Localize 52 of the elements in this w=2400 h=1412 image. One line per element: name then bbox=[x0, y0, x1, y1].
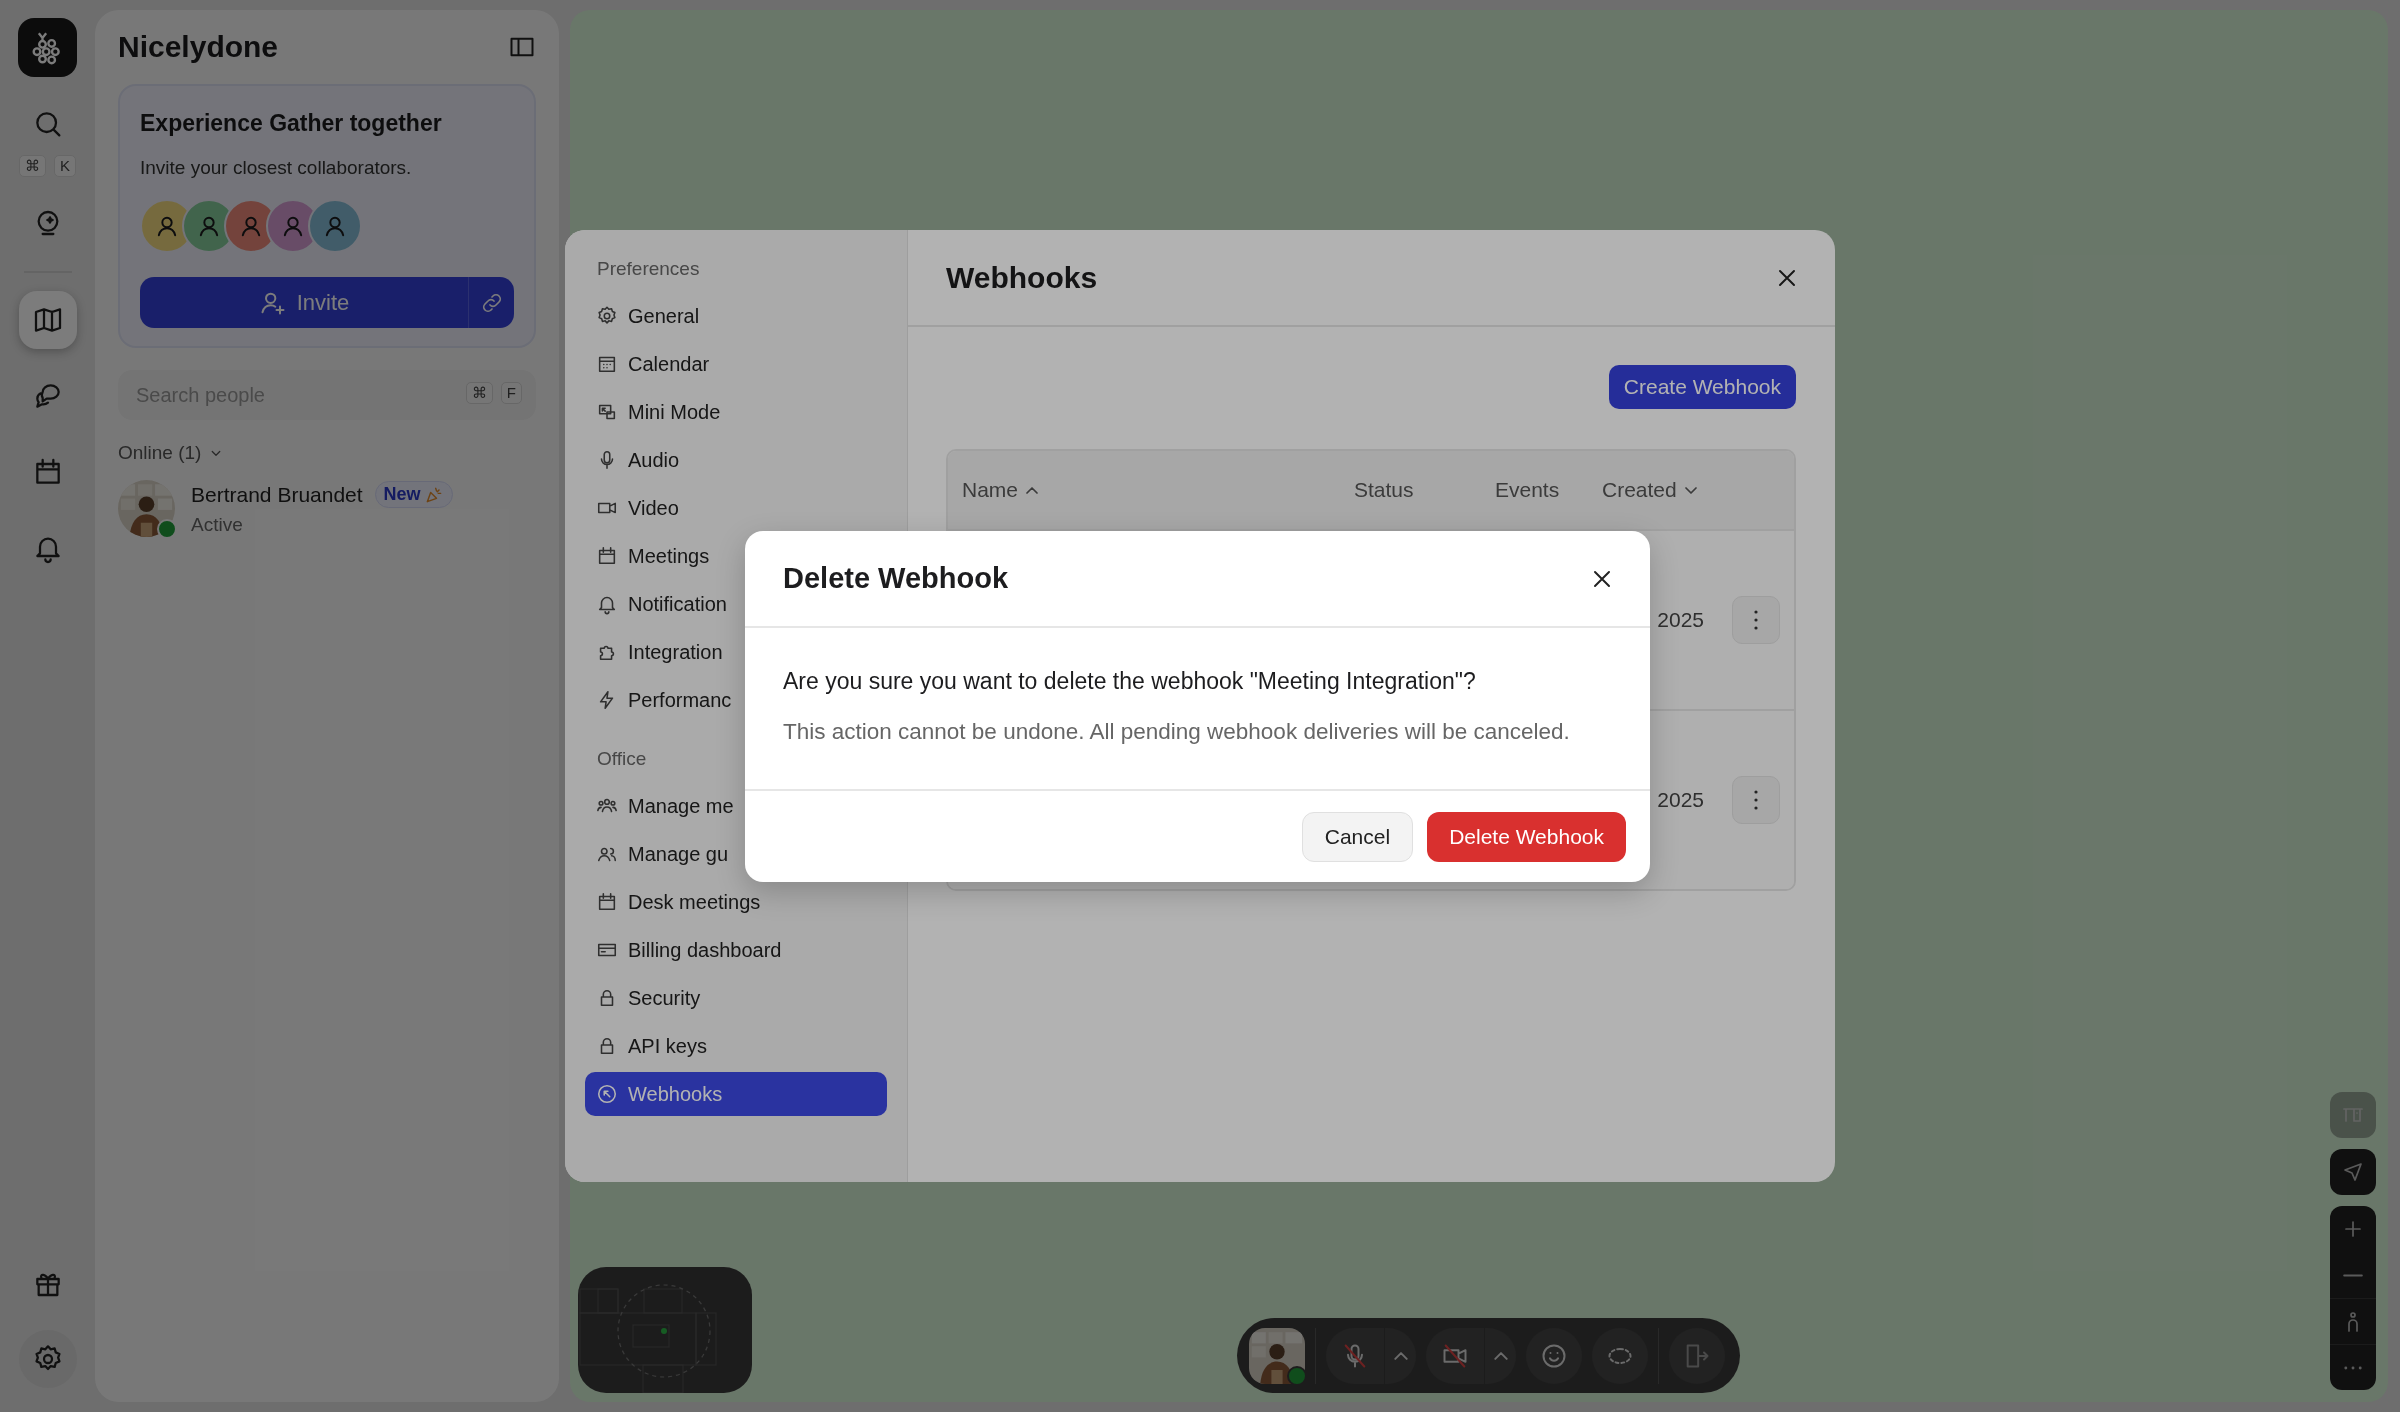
person-status: Active bbox=[191, 514, 244, 536]
card-text: Invite your closest collaborators. bbox=[140, 157, 413, 179]
section-heading: Preferences bbox=[596, 258, 701, 280]
settings-nav-item[interactable]: Webhooks bbox=[585, 1072, 887, 1116]
table-cell-text: 2025 bbox=[1656, 788, 1705, 812]
column-header[interactable]: Status bbox=[1354, 478, 1495, 502]
settings-nav-item[interactable]: Security bbox=[585, 976, 887, 1020]
minus-icon bbox=[2343, 1273, 2363, 1277]
confirm-question: Are you sure you want to delete the webhook "Meeting Integration"? bbox=[783, 668, 1477, 695]
calendar-icon bbox=[596, 891, 618, 913]
video-camera-off-icon bbox=[1441, 1341, 1469, 1370]
settings-nav-item[interactable]: API keys bbox=[585, 1024, 887, 1068]
map-button[interactable] bbox=[18, 291, 77, 349]
calendar-icon bbox=[596, 545, 618, 567]
copy-link-button[interactable] bbox=[468, 277, 514, 328]
webhook-icon bbox=[596, 1083, 618, 1105]
more-icon bbox=[1754, 790, 1758, 810]
column-header[interactable]: Created bbox=[1602, 478, 1718, 502]
delete-button[interactable]: Delete Webhook bbox=[1427, 811, 1626, 862]
settings-nav-item[interactable]: Mini Mode bbox=[585, 390, 887, 434]
more-icon bbox=[1754, 610, 1758, 630]
navigate-button[interactable] bbox=[2330, 1149, 2376, 1195]
app-logo[interactable] bbox=[18, 18, 77, 77]
panel-title: Webhooks bbox=[946, 260, 1098, 295]
settings-nav-item[interactable]: Video bbox=[585, 486, 887, 530]
card-title: Experience Gather together bbox=[140, 110, 443, 137]
warning-text: This action cannot be undone. All pending webhook deliveries will be canceled. bbox=[783, 719, 1571, 745]
chevron-up-icon bbox=[1493, 1351, 1508, 1360]
chevron-down-icon bbox=[1684, 486, 1697, 494]
settings-nav-item[interactable]: General bbox=[585, 294, 887, 338]
chevron-up-icon bbox=[1026, 486, 1039, 494]
shortcut-key: K bbox=[54, 155, 76, 177]
settings-nav-item[interactable]: Calendar bbox=[585, 342, 887, 386]
more-icon bbox=[2344, 1365, 2362, 1370]
settings-nav-item[interactable]: Billing dashboard bbox=[585, 928, 887, 972]
settings-nav-item[interactable]: Desk meetings bbox=[585, 880, 887, 924]
new-badge: New bbox=[374, 481, 453, 508]
table-cell-text: 2025 bbox=[1656, 608, 1705, 632]
settings-nav-item[interactable]: Audio bbox=[585, 438, 887, 482]
shortcut-key: ⌘ bbox=[19, 155, 46, 177]
navigation-arrow-icon bbox=[2341, 1160, 2365, 1184]
shortcut-key: ⌘ bbox=[465, 382, 493, 404]
section-heading: Office bbox=[596, 748, 648, 770]
cancel-button[interactable]: Cancel bbox=[1301, 811, 1414, 862]
workspace-title: Nicelydone bbox=[118, 30, 279, 64]
create-webhook-button[interactable]: Create Webhook bbox=[1608, 365, 1796, 409]
person-name: Bertrand Bruandet bbox=[191, 482, 363, 507]
dialog-title: Delete Webhook bbox=[783, 562, 1009, 595]
column-header[interactable]: Events bbox=[1495, 478, 1602, 502]
minimap-drawing[interactable] bbox=[578, 1267, 752, 1393]
chevron-up-icon bbox=[1393, 1351, 1408, 1360]
column-header[interactable]: Name bbox=[962, 478, 1354, 502]
